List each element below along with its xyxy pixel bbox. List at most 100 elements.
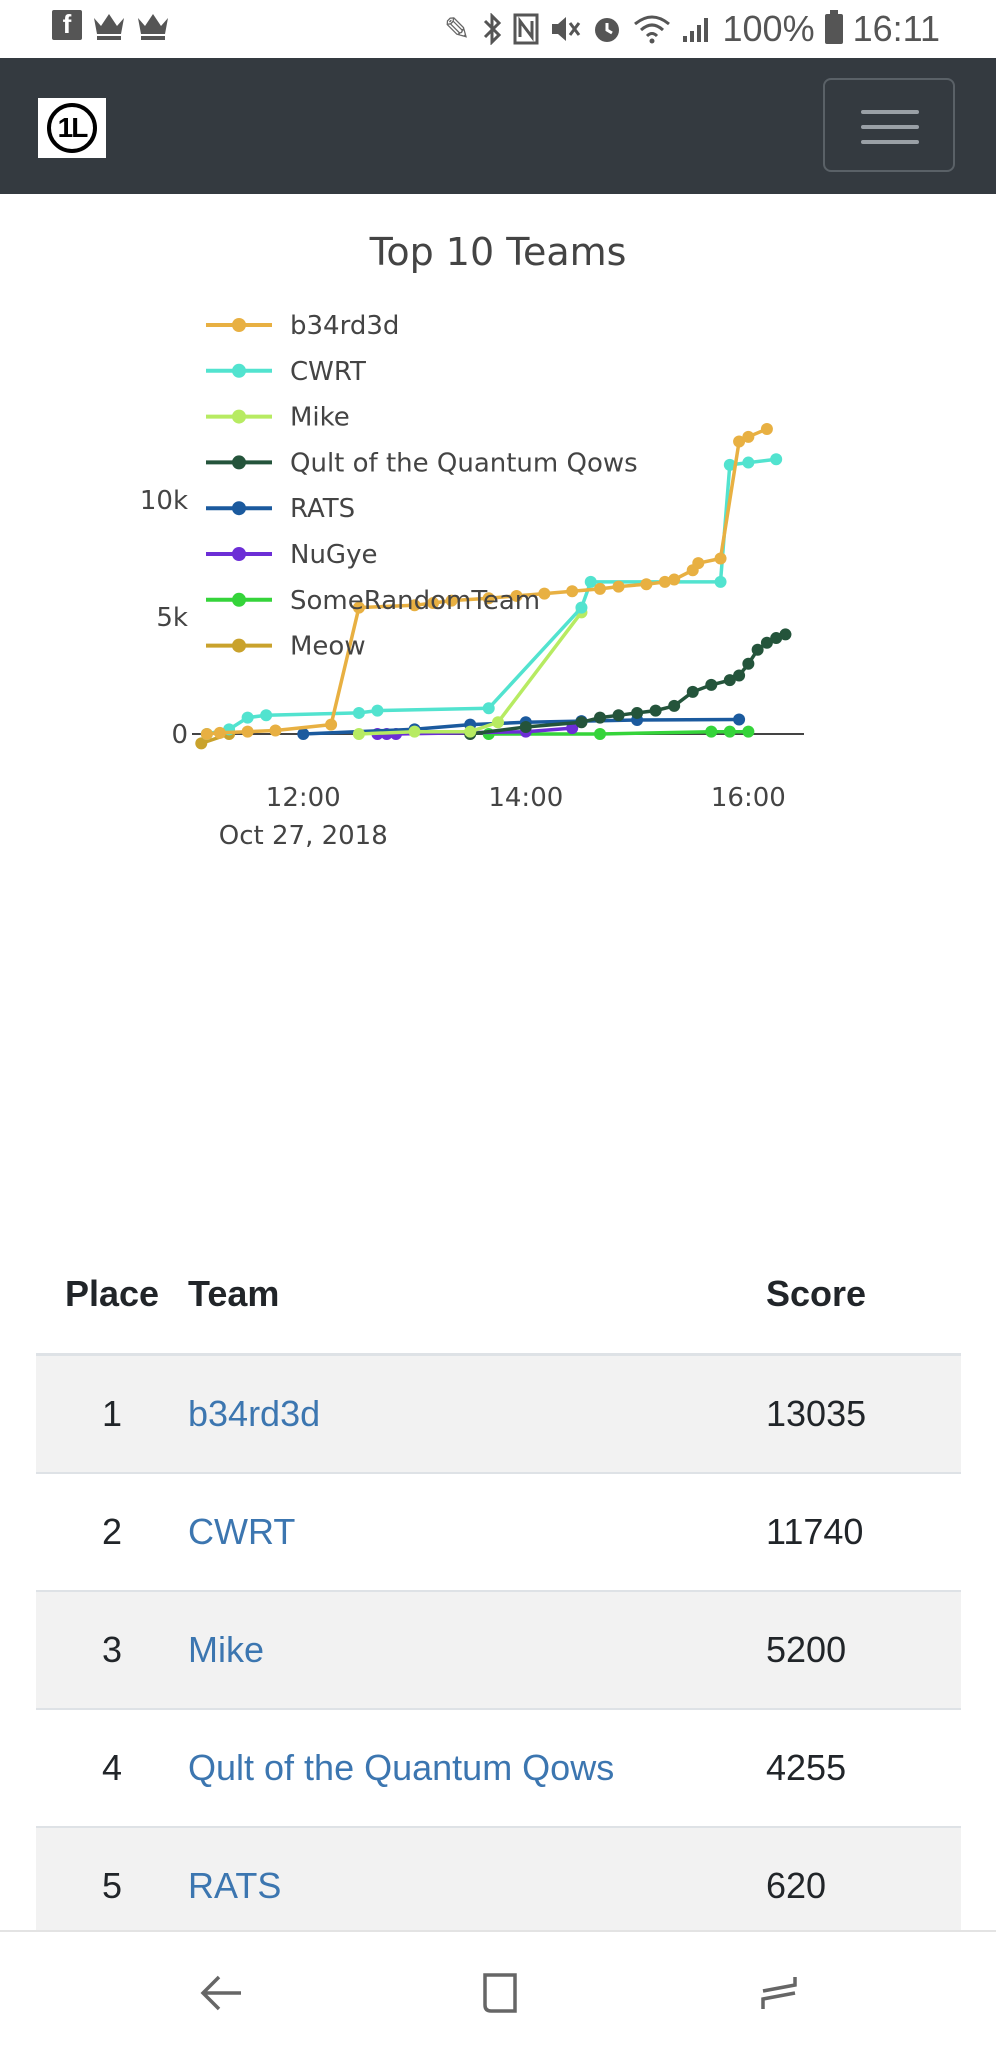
series-point bbox=[612, 709, 625, 722]
x-tick-label: 14:00 bbox=[488, 783, 563, 813]
series-point bbox=[538, 587, 551, 600]
table-header-row: Place Team Score bbox=[36, 1235, 961, 1356]
series-line bbox=[358, 611, 583, 736]
row-score: 11740 bbox=[766, 1472, 961, 1591]
scoreboard: Place Team Score 1 b34rd3d 13035 2 CWRT … bbox=[36, 1235, 961, 1944]
battery-percent: 100% bbox=[722, 8, 815, 49]
team-link[interactable]: RATS bbox=[188, 1865, 281, 1906]
series-point bbox=[612, 580, 625, 593]
series-point bbox=[779, 628, 792, 641]
legend-marker bbox=[232, 455, 246, 470]
nfc-icon bbox=[513, 13, 538, 45]
header-team: Team bbox=[188, 1235, 766, 1356]
series-point bbox=[742, 430, 755, 443]
home-icon bbox=[483, 1973, 517, 2013]
table-row: 1 b34rd3d 13035 bbox=[36, 1353, 961, 1473]
series-point bbox=[760, 422, 773, 435]
team-link[interactable]: Mike bbox=[188, 1629, 264, 1670]
wifi-icon bbox=[633, 15, 670, 44]
series-point bbox=[733, 713, 746, 726]
recents-button[interactable] bbox=[748, 1968, 808, 2018]
x-tick-label: 16:00 bbox=[711, 783, 786, 813]
legend-marker bbox=[232, 638, 246, 653]
series-point bbox=[241, 725, 254, 738]
table-row: 3 Mike 5200 bbox=[36, 1590, 961, 1709]
series-point bbox=[464, 725, 477, 738]
row-score: 620 bbox=[766, 1826, 961, 1944]
series-point bbox=[408, 725, 421, 738]
table-row: 2 CWRT 11740 bbox=[36, 1472, 961, 1591]
hamburger-icon bbox=[861, 110, 919, 114]
series-point bbox=[325, 718, 338, 731]
series-point bbox=[352, 706, 365, 719]
legend-label: SomeRandomTeam bbox=[290, 586, 540, 616]
legend-marker bbox=[232, 363, 246, 378]
series-point bbox=[668, 573, 681, 586]
series-point bbox=[714, 575, 727, 588]
team-link[interactable]: Qult of the Quantum Qows bbox=[188, 1747, 614, 1788]
row-place: 2 bbox=[36, 1472, 188, 1591]
series-point bbox=[594, 582, 606, 595]
legend-marker bbox=[232, 592, 246, 607]
signal-icon bbox=[682, 18, 708, 42]
series-point bbox=[575, 601, 588, 614]
pen-icon: ✎ bbox=[443, 11, 471, 47]
team-link[interactable]: CWRT bbox=[188, 1511, 295, 1552]
legend-label: NuGye bbox=[290, 540, 377, 570]
battery-icon bbox=[824, 10, 843, 44]
status-left-icons: f bbox=[52, 9, 170, 40]
x-date-label: Oct 27, 2018 bbox=[219, 821, 388, 851]
series-point bbox=[269, 724, 282, 737]
system-navigation-bar bbox=[0, 1930, 996, 2049]
y-tick-label: 0 bbox=[171, 720, 188, 750]
bluetooth-icon bbox=[483, 13, 501, 45]
team-link[interactable]: b34rd3d bbox=[188, 1393, 320, 1434]
legend-label: CWRT bbox=[290, 357, 366, 387]
series-point bbox=[649, 704, 662, 717]
series-point bbox=[352, 728, 365, 740]
row-score: 5200 bbox=[766, 1590, 961, 1709]
facebook-icon: f bbox=[52, 9, 82, 40]
clock: 16:11 bbox=[852, 8, 940, 49]
crown-icon bbox=[94, 14, 124, 40]
legend-label: b34rd3d bbox=[290, 311, 399, 341]
series-point bbox=[594, 728, 606, 740]
row-place: 1 bbox=[36, 1353, 188, 1473]
y-tick-label: 5k bbox=[156, 603, 188, 633]
score-chart: Top 10 Teams 0 5k 10k 12:00 14:00 16:00 Oct 27… bbox=[0, 194, 996, 1074]
row-score: 4255 bbox=[766, 1708, 961, 1827]
row-place: 4 bbox=[36, 1708, 188, 1827]
series-point bbox=[692, 557, 705, 570]
series-point bbox=[733, 669, 746, 682]
series-point bbox=[705, 725, 718, 738]
status-right: ✎ 100% 16:11 bbox=[444, 6, 940, 52]
mute-icon bbox=[551, 17, 580, 41]
y-tick-label: 10k bbox=[140, 486, 188, 516]
legend-label: Qult of the Quantum Qows bbox=[290, 448, 638, 478]
legend-marker bbox=[232, 409, 246, 424]
header-place: Place bbox=[36, 1235, 188, 1356]
header-score: Score bbox=[766, 1235, 961, 1356]
series-point bbox=[492, 716, 504, 729]
home-button[interactable] bbox=[470, 1968, 530, 2018]
status-bar: f ✎ 100% 16:11 bbox=[0, 0, 996, 58]
series-point bbox=[519, 720, 532, 733]
back-button[interactable] bbox=[192, 1968, 252, 2018]
legend-marker bbox=[232, 501, 246, 516]
legend-label: RATS bbox=[290, 494, 355, 524]
series-point bbox=[714, 552, 727, 565]
menu-toggle-button[interactable] bbox=[823, 78, 955, 172]
series-point bbox=[742, 725, 755, 738]
recents-icon bbox=[761, 1977, 797, 2009]
site-logo[interactable]: 1L bbox=[38, 98, 106, 158]
series-point bbox=[200, 728, 213, 740]
legend-label: Meow bbox=[290, 632, 366, 662]
back-icon bbox=[200, 1975, 241, 2011]
top-navbar: 1L bbox=[0, 58, 996, 194]
logo-mark-icon: 1L bbox=[47, 103, 97, 153]
x-tick-label: 12:00 bbox=[266, 783, 341, 813]
row-score: 13035 bbox=[766, 1353, 961, 1473]
series-point bbox=[686, 685, 699, 698]
series-point bbox=[566, 585, 579, 598]
series-point bbox=[482, 702, 495, 715]
